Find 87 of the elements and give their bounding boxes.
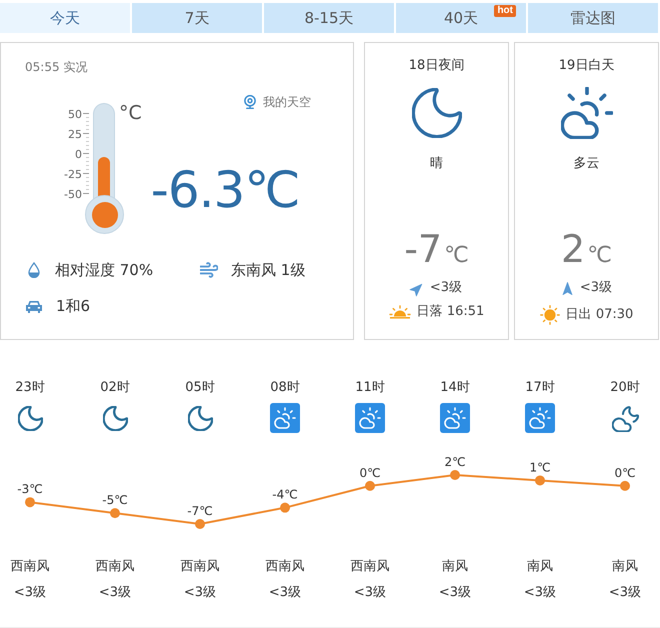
tab[interactable]: 40天 hot	[396, 3, 526, 33]
tab[interactable]: 今天	[0, 3, 130, 33]
wind-direction: 西南风	[10, 560, 50, 574]
wind-level: <3级	[608, 586, 642, 600]
data-label: 2℃	[444, 455, 466, 469]
partly-cloudy-icon	[560, 87, 612, 139]
hour-label: 11时	[355, 381, 385, 395]
data-label: 1℃	[529, 460, 551, 474]
data-label: -7℃	[187, 504, 213, 518]
data-point	[110, 508, 120, 518]
forecast-period: 19日白天	[558, 59, 614, 73]
sun-time: 日出 07:30	[566, 308, 634, 322]
weather-condition: 多云	[574, 157, 600, 171]
data-label: 0℃	[614, 466, 636, 480]
wind-direction: 西南风	[266, 560, 304, 574]
hour-label: 08时	[270, 381, 300, 395]
wind-level: <3级	[98, 586, 132, 600]
hour-label: 14时	[440, 381, 470, 395]
partly-cloudy-icon	[355, 403, 385, 433]
scale-label: 25	[68, 127, 82, 143]
data-point	[450, 470, 460, 480]
tab[interactable]: 7天	[132, 3, 262, 33]
data-point	[195, 519, 205, 529]
webcam-icon	[242, 95, 257, 109]
wind-direction: 西南风	[96, 560, 134, 574]
scale-unit: °C	[119, 103, 142, 123]
moon-icon	[18, 406, 42, 430]
wind-level: <3级	[184, 586, 216, 600]
data-point	[280, 502, 290, 513]
wind-direction-icon	[560, 282, 574, 294]
data-point	[620, 480, 630, 491]
car-icon	[25, 300, 43, 312]
data-point	[365, 480, 375, 491]
scale-label: -25	[64, 167, 82, 183]
cloudy-night-icon	[612, 404, 638, 432]
data-point	[25, 497, 35, 508]
data-label: -4℃	[272, 488, 298, 502]
hour-label: 02时	[100, 381, 130, 395]
scale-label: 50	[68, 107, 82, 123]
forecast-temperature: 2	[561, 227, 586, 271]
traffic-restriction: 1和6	[56, 298, 90, 314]
current-temperature: -6.3℃	[150, 161, 300, 219]
scale-label: 0	[75, 147, 82, 163]
forecast-period: 18日夜间	[408, 59, 464, 73]
temperature-unit: ℃	[444, 243, 469, 269]
sun-icon	[540, 305, 560, 325]
moon-icon	[102, 406, 128, 430]
my-sky-link[interactable]: 我的天空	[242, 95, 311, 109]
wind-level: <3级	[580, 281, 612, 295]
tab[interactable]: 雷达图	[528, 3, 658, 33]
data-label: -3℃	[17, 482, 43, 496]
partly-cloudy-icon	[270, 403, 300, 433]
observation-time: 05:55 实况	[25, 60, 88, 74]
sunset-icon	[388, 305, 411, 319]
wind-direction: 西南风	[180, 560, 220, 574]
humidity: 相对湿度 70%	[55, 262, 154, 278]
scale-label: -50	[64, 187, 82, 203]
hour-label: 23时	[15, 381, 45, 395]
wind-direction: 西南风	[350, 560, 390, 574]
partly-cloudy-icon	[440, 403, 470, 433]
moon-icon	[412, 88, 462, 138]
wind-level: <3级	[438, 586, 472, 600]
forecast-temperature: -7	[404, 227, 442, 271]
hour-label: 05时	[185, 381, 215, 395]
partly-cloudy-icon	[525, 403, 555, 433]
wind-level: <3级	[14, 586, 46, 600]
sun-time: 日落 16:51	[416, 305, 484, 319]
water-drop-icon	[28, 262, 40, 278]
wind-info: 东南风 1级	[231, 262, 306, 278]
wind-direction: 南风	[442, 560, 468, 574]
weather-condition: 晴	[430, 157, 443, 171]
data-label: -5℃	[102, 493, 128, 508]
hour-label: 20时	[610, 381, 640, 395]
wind-level: <3级	[524, 586, 556, 600]
data-label: 0℃	[359, 466, 381, 480]
hot-badge: hot	[494, 5, 516, 17]
wind-level: <3级	[354, 586, 386, 600]
temperature-unit: ℃	[587, 243, 612, 269]
data-point	[535, 475, 545, 486]
moon-icon	[188, 406, 212, 430]
wind-direction: 南风	[527, 560, 553, 574]
wind-level: <3级	[268, 586, 302, 600]
wind-direction: 南风	[612, 560, 638, 574]
tab[interactable]: 8-15天	[264, 3, 394, 33]
wind-level: <3级	[430, 281, 462, 295]
hour-label: 17时	[525, 381, 555, 395]
wind-icon	[200, 261, 218, 279]
